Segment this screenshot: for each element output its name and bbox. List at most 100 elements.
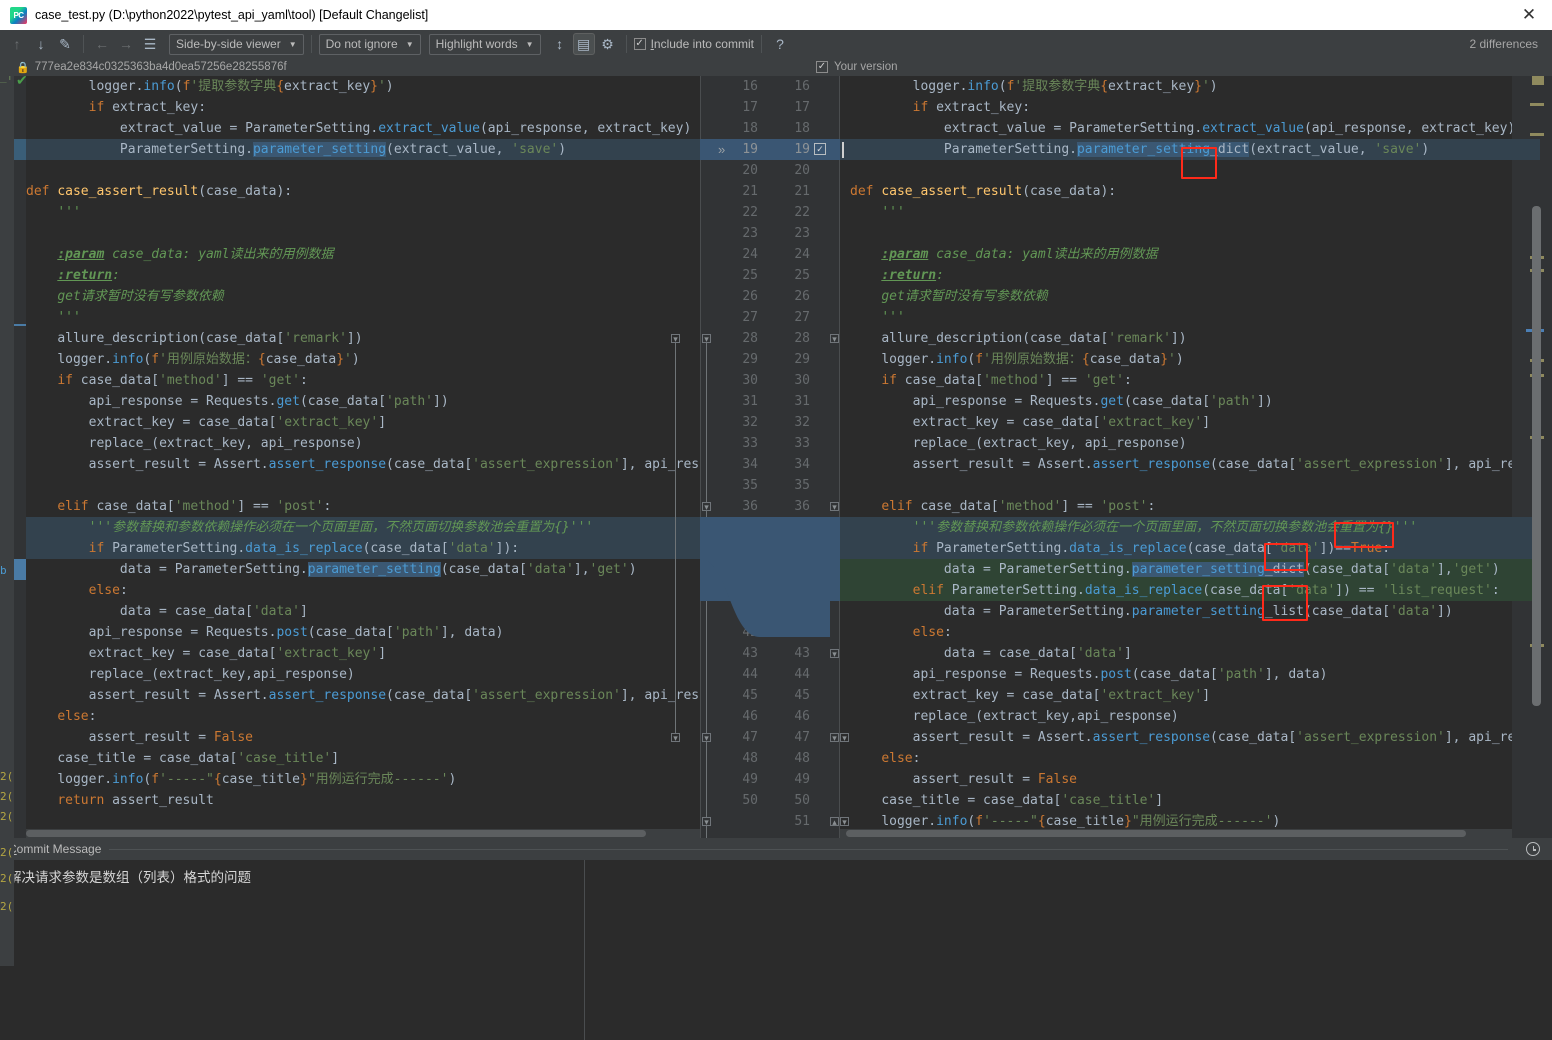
gutter-right-line-number: 16 bbox=[794, 79, 810, 94]
left-change-markers-gutter[interactable] bbox=[14, 76, 26, 838]
fold-marker-gutter-r4[interactable]: ▾ bbox=[830, 733, 839, 743]
annotate-icon[interactable]: ✎ bbox=[54, 33, 76, 55]
fold-marker-right-1[interactable]: ▾ bbox=[840, 733, 849, 743]
gutter-left-line-number: 16 bbox=[742, 79, 758, 94]
accept-left-icon[interactable]: ← bbox=[91, 33, 113, 55]
gutter-left-line-number: 27 bbox=[742, 310, 758, 325]
left-code-line-23 bbox=[26, 223, 700, 244]
accept-right-icon[interactable]: → bbox=[115, 33, 137, 55]
left-code-line-38: if ParameterSetting.data_is_replace(case… bbox=[88, 541, 520, 556]
collapse-unchanged-icon[interactable]: ☰ bbox=[139, 33, 161, 55]
apply-change-chevron-icon[interactable]: » bbox=[718, 139, 725, 160]
gutter-left-line-number: 26 bbox=[742, 289, 758, 304]
gutter-left-line-number: 33 bbox=[742, 436, 758, 451]
right-code-line-33: replace_(extract_key, api_response) bbox=[912, 436, 1187, 451]
right-horizontal-scrollbar[interactable] bbox=[840, 829, 1512, 838]
gutter-left-line-number: 49 bbox=[742, 772, 758, 787]
gutter-left-line-number: 19 bbox=[742, 142, 758, 157]
fold-marker-gutter-r5[interactable]: ▴ bbox=[830, 817, 839, 827]
right-horizontal-scrollbar-thumb[interactable] bbox=[846, 830, 1466, 837]
left-edge-overflow-5: 2( bbox=[0, 872, 14, 885]
gutter-left-line-number: 35 bbox=[742, 478, 758, 493]
left-code-line-48: case_title = case_data['case_title'] bbox=[57, 751, 340, 766]
right-code-line-49: assert_result = False bbox=[912, 772, 1077, 787]
right-code-line-20 bbox=[850, 160, 1512, 181]
gutter-right-line-number: 48 bbox=[794, 751, 810, 766]
gutter-left-line-number: 31 bbox=[742, 394, 758, 409]
right-marker-scrollbar-column[interactable] bbox=[1512, 76, 1552, 838]
close-icon[interactable]: ✕ bbox=[1512, 0, 1546, 30]
gutter-right-line-number: 21 bbox=[794, 184, 810, 199]
fold-marker-left-2[interactable]: ▾ bbox=[671, 733, 680, 743]
gutter-right-line-number: 33 bbox=[794, 436, 810, 451]
help-icon[interactable]: ? bbox=[769, 33, 791, 55]
right-revision-info[interactable]: ✓ Your version bbox=[816, 61, 898, 73]
show-whitespace-icon[interactable]: ▤ bbox=[572, 33, 595, 55]
diff-toolbar: ↑ ↓ ✎ ← → ☰ Side-by-side viewer ▼ Do not… bbox=[0, 30, 1552, 58]
fold-marker-left-1[interactable]: ▾ bbox=[671, 334, 680, 344]
left-code-line-49: logger.info(f'-----"{case_title}"用例运行完成-… bbox=[57, 772, 457, 787]
lock-icon: 🔒 bbox=[16, 61, 30, 74]
right-code-line-35 bbox=[850, 475, 1512, 496]
gutter-right-line-number: 43 bbox=[794, 646, 810, 661]
gutter-left-line-number: 20 bbox=[742, 163, 758, 178]
gutter-right-line-number: 26 bbox=[794, 289, 810, 304]
left-code-line-16: logger.info(f'提取参数字典{extract_key}') bbox=[88, 79, 394, 94]
commit-header-divider bbox=[109, 848, 1508, 850]
left-edge-overflow-4: 2( bbox=[0, 846, 14, 859]
highlight-mode-dropdown[interactable]: Highlight words ▼ bbox=[428, 33, 541, 55]
right-code-line-44: api_response = Requests.post(case_data['… bbox=[912, 667, 1328, 682]
include-change-checkbox[interactable]: ✓ bbox=[814, 143, 826, 155]
fold-marker-gutter-l4[interactable]: ▾ bbox=[702, 817, 711, 827]
left-diff-pane[interactable]: ✔ _f b logger.info(f'提取参数字典{extract_key}… bbox=[0, 76, 700, 838]
left-code-line-27: ''' bbox=[57, 310, 81, 325]
next-difference-icon[interactable]: ↓ bbox=[30, 33, 52, 55]
gutter-right-line-number: 47 bbox=[794, 730, 810, 745]
gutter-left-line-number: 22 bbox=[742, 205, 758, 220]
left-code-line-25: :return: bbox=[57, 268, 120, 283]
left-code-line-30: if case_data['method'] == 'get': bbox=[57, 373, 308, 388]
fold-marker-gutter-r2[interactable]: ▾ bbox=[830, 502, 839, 512]
left-horizontal-scrollbar-thumb[interactable] bbox=[26, 830, 646, 837]
viewer-mode-label: Side-by-side viewer bbox=[176, 37, 281, 51]
chevron-down-icon: ▼ bbox=[525, 39, 534, 49]
collapse-lines-icon[interactable]: ↕ bbox=[549, 33, 571, 55]
window-title-bar: PC case_test.py (D:\python2022\pytest_ap… bbox=[0, 0, 1552, 30]
commit-message-input[interactable]: 解决请求参数是数组（列表）格式的问题 bbox=[0, 860, 585, 1040]
right-code-line-38: if ParameterSetting.data_is_replace(case… bbox=[912, 541, 1391, 556]
left-code-line-32: extract_key = case_data['extract_key'] bbox=[88, 415, 387, 430]
toolbar-divider-1 bbox=[83, 35, 84, 53]
left-code-line-37: '''参数替换和参数依赖操作必须在一个页面里面，不然页面切换参数池会重置为{}'… bbox=[88, 520, 594, 535]
toolbar-divider-3 bbox=[625, 35, 627, 53]
left-horizontal-scrollbar[interactable] bbox=[26, 829, 700, 838]
right-vertical-scrollbar-thumb[interactable] bbox=[1532, 206, 1541, 706]
fold-marker-gutter-r3[interactable]: ▾ bbox=[830, 649, 839, 659]
right-code-line-22: ''' bbox=[881, 205, 905, 220]
include-into-commit-checkbox[interactable]: ✓ Include into commit bbox=[633, 37, 754, 51]
text-caret bbox=[842, 142, 844, 158]
fold-guide-left-1 bbox=[675, 343, 676, 733]
clock-history-icon[interactable] bbox=[1526, 842, 1540, 856]
right-diff-pane[interactable]: logger.info(f'提取参数字典{extract_key}') if e… bbox=[840, 76, 1512, 838]
left-code-line-45: assert_result = Assert.assert_response(c… bbox=[88, 688, 700, 703]
left-code-line-29: logger.info(f'用例原始数据：{case_data}') bbox=[57, 352, 360, 367]
fold-marker-gutter-r1[interactable]: ▾ bbox=[830, 334, 839, 344]
ignore-mode-dropdown[interactable]: Do not ignore ▼ bbox=[318, 33, 421, 55]
gutter-left-line-number: 50 bbox=[742, 793, 758, 808]
previous-difference-icon[interactable]: ↑ bbox=[6, 33, 28, 55]
diff-gutter[interactable]: ▾ ▾ ▾ ▾ ▴ ▾ ▾ ▾ ▾ ▴ 1616171718181919»✓20… bbox=[700, 76, 840, 838]
commit-message-text: 解决请求参数是数组（列表）格式的问题 bbox=[8, 870, 251, 886]
left-revision-hash: 777ea2e834c0325363ba4d0ea57256e28255876f bbox=[34, 61, 287, 73]
gutter-left-line-number: 45 bbox=[742, 688, 758, 703]
gutter-left-line-number: 36 bbox=[742, 499, 758, 514]
viewer-mode-dropdown[interactable]: Side-by-side viewer ▼ bbox=[169, 33, 304, 55]
gutter-right-line-number: 45 bbox=[794, 688, 810, 703]
gear-icon[interactable]: ⚙ bbox=[597, 33, 619, 55]
gutter-left-line-number: 24 bbox=[742, 247, 758, 262]
left-code-lines: logger.info(f'提取参数字典{extract_key}') if e… bbox=[0, 76, 700, 811]
gutter-right-line-number: 30 bbox=[794, 373, 810, 388]
your-version-checkbox[interactable]: ✓ bbox=[816, 61, 828, 73]
fold-marker-right-2[interactable]: ▾ bbox=[840, 817, 849, 827]
gutter-left-line-number: 23 bbox=[742, 226, 758, 241]
gutter-right-line-number: 20 bbox=[794, 163, 810, 178]
